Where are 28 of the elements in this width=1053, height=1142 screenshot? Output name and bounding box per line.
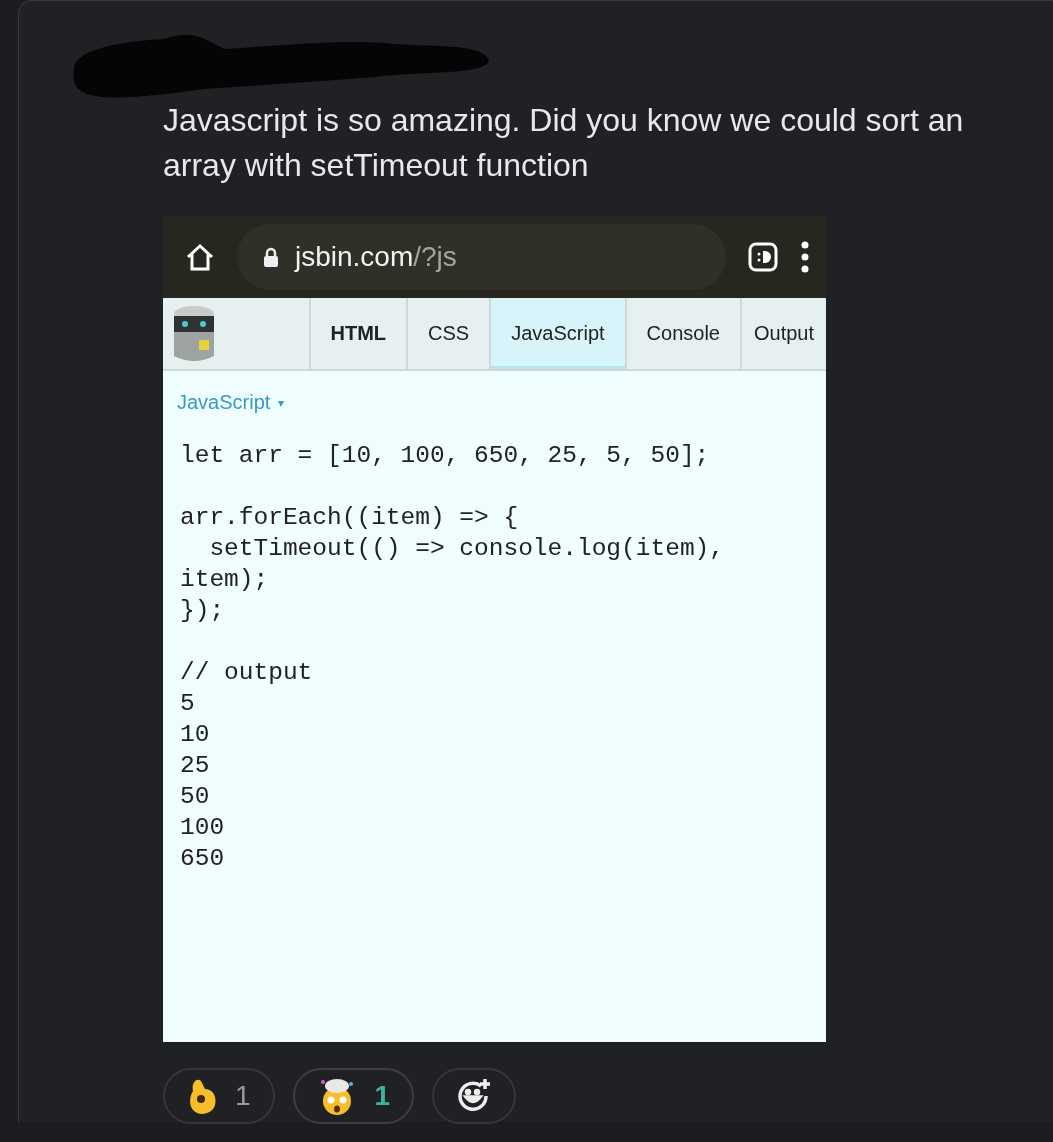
reaction-button[interactable]: 1 xyxy=(292,1068,415,1124)
code-line: arr.forEach((item) => { xyxy=(180,503,520,533)
tab-switcher-icon[interactable] xyxy=(748,242,778,272)
code-line: setTimeout(() => console.log(item), xyxy=(208,534,725,564)
code-line: 5 xyxy=(180,689,196,719)
reaction-button[interactable]: 1 xyxy=(163,1068,275,1124)
menu-icon[interactable] xyxy=(800,241,810,273)
code-line: // output xyxy=(180,658,314,688)
code-line: let arr = [10, 100, 650, 25, 5, 50]; xyxy=(180,441,711,471)
code-line: item); xyxy=(180,565,270,595)
editor-tab[interactable]: JavaScript xyxy=(491,298,627,369)
lock-icon xyxy=(263,247,279,267)
add-reaction-button[interactable] xyxy=(432,1068,517,1124)
code-line: 100 xyxy=(180,813,226,843)
reaction-count: 1 xyxy=(235,1080,251,1112)
address-bar[interactable]: jsbin.com/?js xyxy=(237,224,726,290)
reaction-count: 1 xyxy=(374,1080,391,1112)
url-path: /?js xyxy=(413,241,457,273)
code-line: 25 xyxy=(180,751,211,781)
code-line: 50 xyxy=(180,782,211,812)
add-reaction-icon xyxy=(456,1078,493,1114)
message-text: Javascript is so amazing. Did you know we could sort an array with setTimeout function xyxy=(163,101,965,185)
url-host: jsbin.com xyxy=(295,241,414,273)
code-line: 650 xyxy=(180,844,226,874)
code-line: 10 xyxy=(180,720,211,750)
home-icon[interactable] xyxy=(185,243,215,271)
code-line: }); xyxy=(180,596,226,626)
robot-logo-icon xyxy=(171,303,217,364)
